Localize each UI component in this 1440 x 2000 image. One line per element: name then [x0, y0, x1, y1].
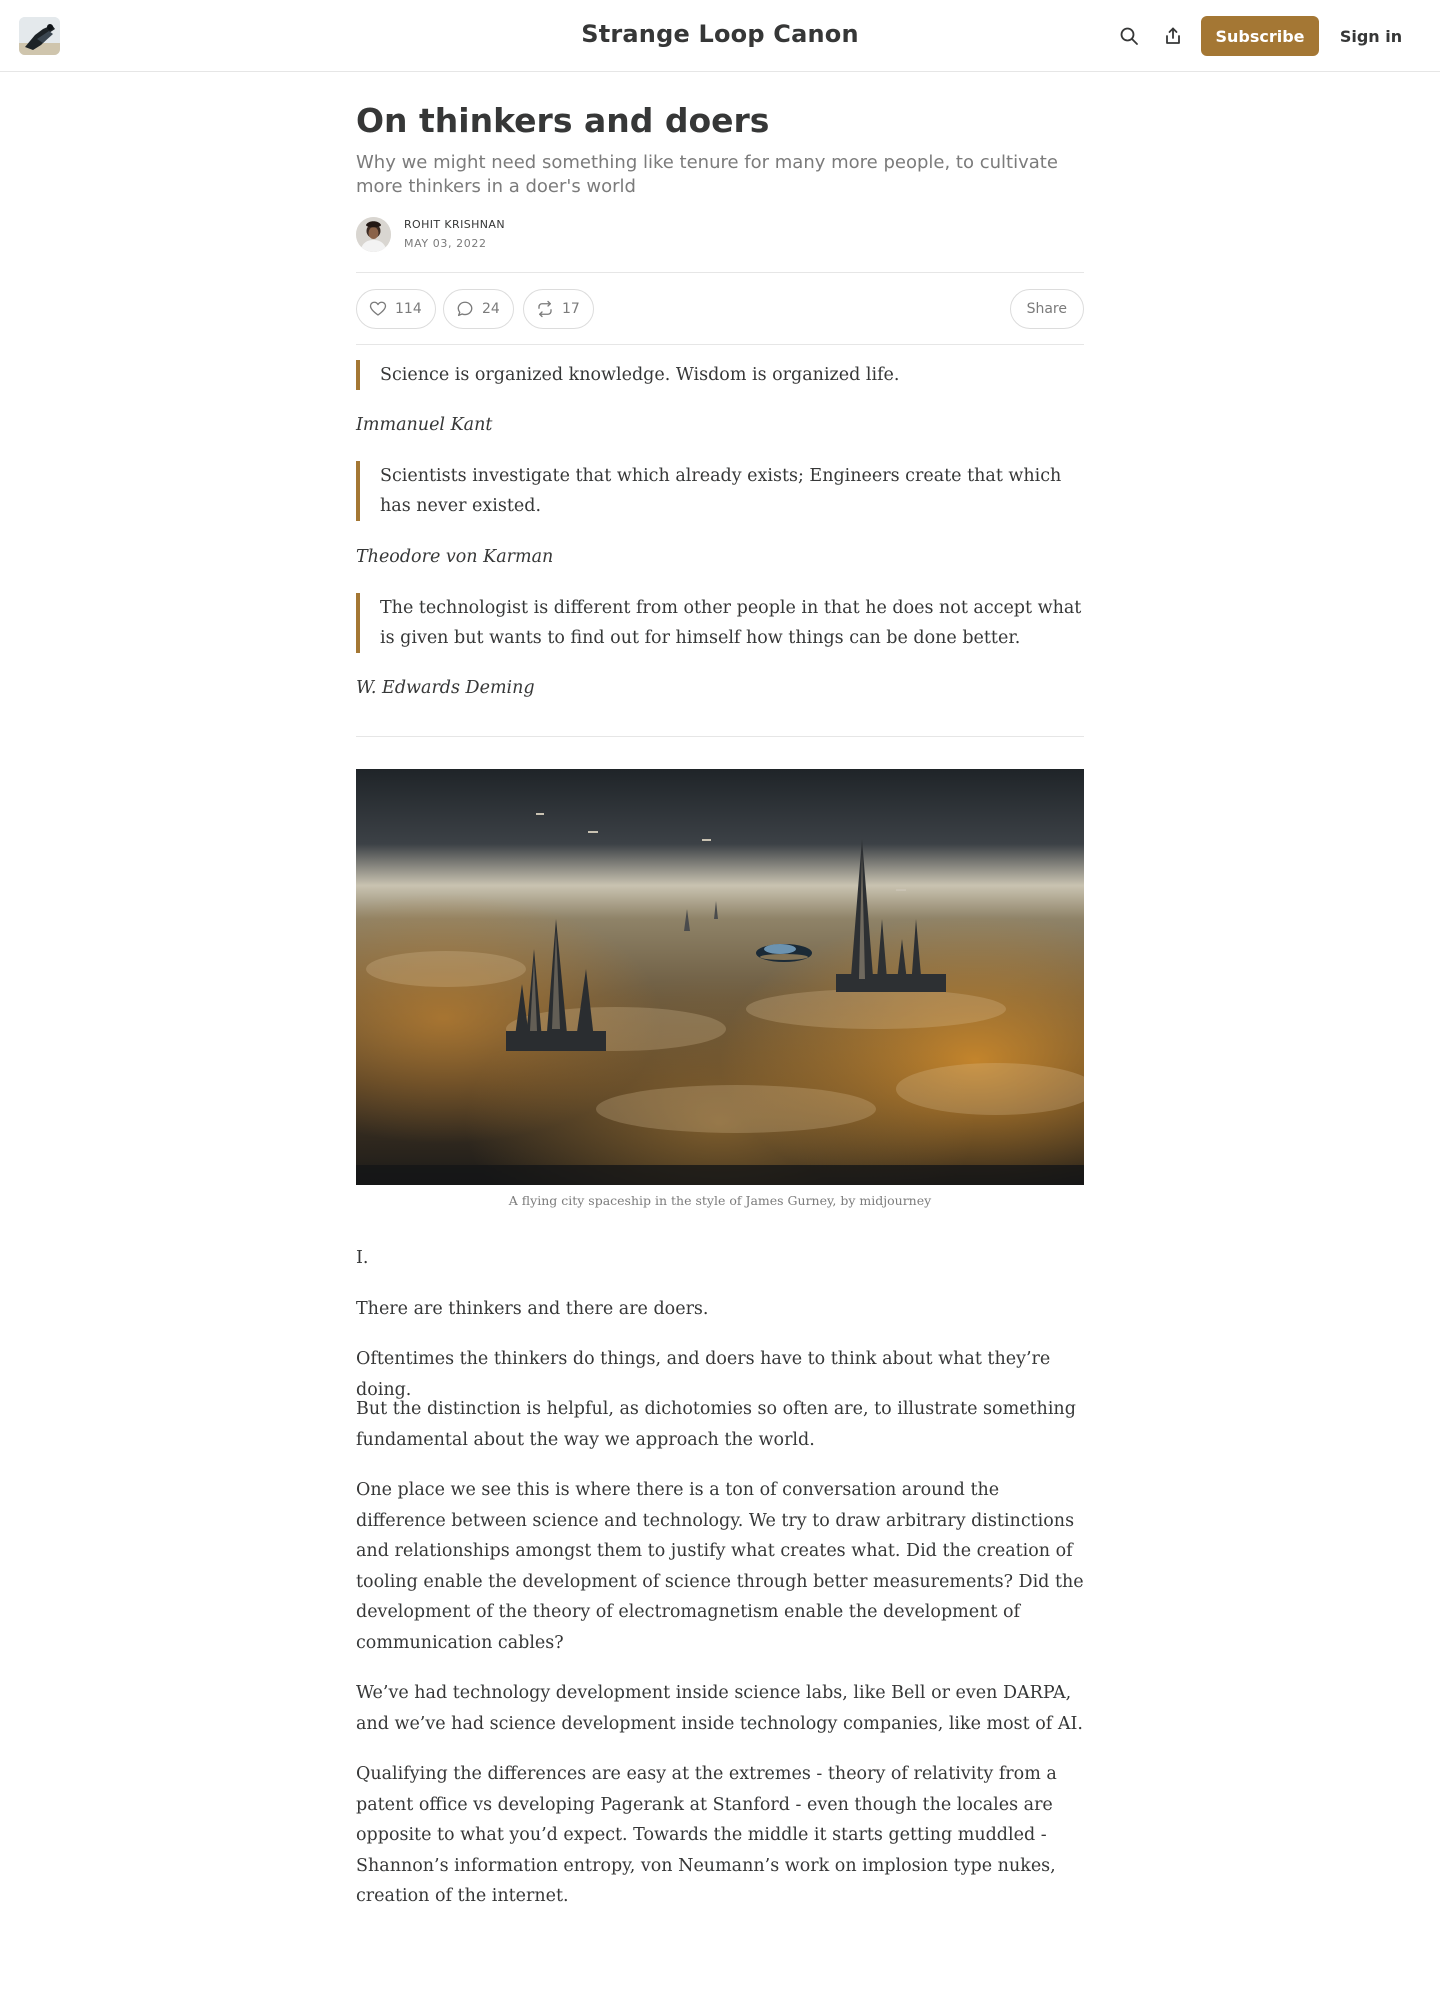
post-date: MAY 03, 2022	[404, 237, 487, 250]
comment-button[interactable]: 24	[443, 289, 514, 329]
post-image[interactable]	[356, 769, 1084, 1185]
horizontal-rule	[356, 736, 1084, 737]
post-title: On thinkers and doers	[356, 101, 770, 140]
epigraph-quote: The technologist is different from other…	[356, 593, 1084, 653]
author-avatar[interactable]	[356, 217, 391, 252]
divider	[356, 344, 1084, 345]
body-paragraph: One place we see this is where there is …	[356, 1480, 1084, 1653]
epigraph-attribution: Theodore von Karman	[356, 547, 554, 567]
post-subtitle: Why we might need something like tenure …	[356, 152, 1058, 197]
body-paragraph: We’ve had technology development inside …	[356, 1683, 1083, 1734]
epigraph-quote: Science is organized knowledge. Wisdom i…	[356, 360, 1084, 390]
body-paragraph: Qualifying the differences are easy at t…	[356, 1764, 1057, 1906]
body-paragraph: But the distinction is helpful, as dicho…	[356, 1399, 1076, 1450]
like-button[interactable]: 114	[356, 289, 436, 329]
restack-icon	[538, 300, 552, 318]
like-count: 114	[395, 301, 422, 317]
epigraph-quote: Scientists investigate that which alread…	[356, 461, 1084, 521]
sign-in-button[interactable]: Sign in	[1335, 16, 1407, 56]
section-heading: I.	[356, 1248, 369, 1268]
subscribe-button[interactable]: Subscribe	[1201, 16, 1319, 56]
flying-city-illustration	[356, 769, 1084, 1185]
top-navigation-bar: Strange Loop Canon Subscribe Sign in	[0, 0, 1440, 72]
search-icon[interactable]	[1116, 23, 1142, 49]
restack-count: 17	[562, 301, 580, 317]
body-paragraph: There are thinkers and there are doers.	[356, 1299, 709, 1319]
divider	[356, 272, 1084, 273]
image-caption: A flying city spaceship in the style of …	[508, 1193, 932, 1208]
share-button[interactable]: Share	[1009, 289, 1084, 329]
restack-button[interactable]: 17	[523, 289, 594, 329]
comment-count: 24	[482, 301, 500, 317]
heart-icon	[369, 301, 387, 316]
byline: ROHIT KRISHNAN MAY 03, 2022	[356, 217, 1084, 255]
epigraph-attribution: W. Edwards Deming	[356, 678, 535, 698]
author-name[interactable]: ROHIT KRISHNAN	[404, 218, 505, 231]
post-actions: 114 24 17 Share	[356, 289, 1084, 329]
epigraph-attribution: Immanuel Kant	[356, 415, 493, 435]
share-upload-icon[interactable]	[1160, 23, 1186, 49]
comment-icon	[457, 301, 473, 317]
